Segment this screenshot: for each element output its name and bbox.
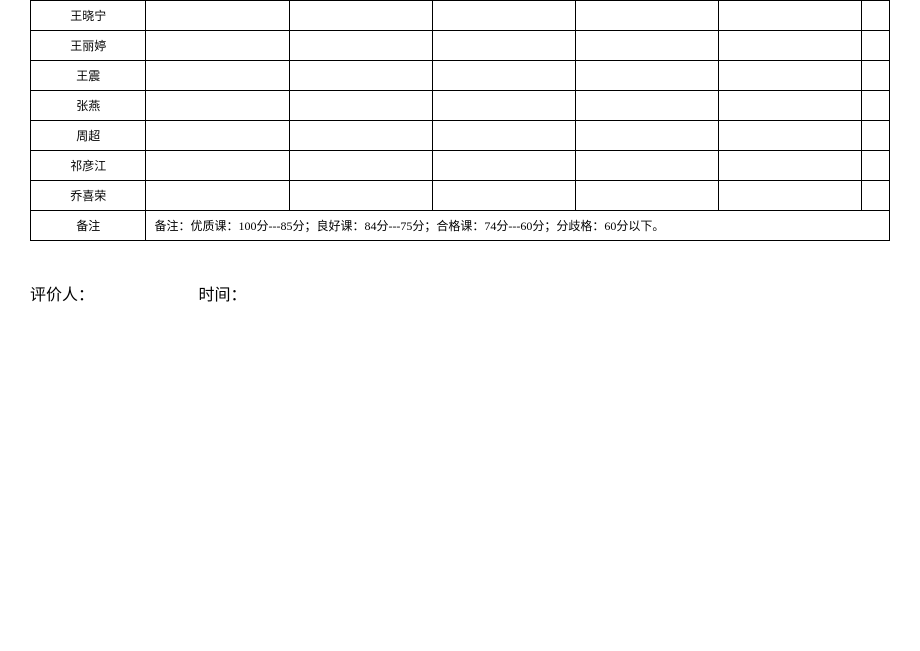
table-row: 张燕 [31,91,890,121]
name-cell: 祁彦江 [31,151,146,181]
data-cell [719,1,862,31]
table-row: 王晓宁 [31,1,890,31]
note-content-cell: 备注：优质课：100分---85分；良好课：84分---75分；合格课：74分-… [146,211,890,241]
data-cell [719,151,862,181]
name-cell: 乔喜荣 [31,181,146,211]
data-cell [575,61,718,91]
data-cell [862,91,890,121]
data-cell [146,31,289,61]
data-cell [862,181,890,211]
table-row: 王丽婷 [31,31,890,61]
name-cell: 周超 [31,121,146,151]
data-cell [432,151,575,181]
name-cell: 王晓宁 [31,1,146,31]
evaluation-table-container: 王晓宁 王丽婷 王震 [30,0,890,241]
data-cell [575,31,718,61]
evaluator-label: 评价人： [30,281,94,305]
data-cell [289,181,432,211]
data-cell [575,91,718,121]
data-cell [146,151,289,181]
note-label-cell: 备注 [31,211,146,241]
table-row: 王震 [31,61,890,91]
name-cell: 王震 [31,61,146,91]
data-cell [862,1,890,31]
name-cell: 王丽婷 [31,31,146,61]
data-cell [432,121,575,151]
data-cell [719,121,862,151]
time-label: 时间： [198,281,246,305]
data-cell [432,91,575,121]
data-cell [432,1,575,31]
data-cell [575,151,718,181]
data-cell [719,61,862,91]
table-row: 周超 [31,121,890,151]
data-cell [146,181,289,211]
data-cell [862,61,890,91]
data-cell [719,31,862,61]
data-cell [289,91,432,121]
footer: 评价人： 时间： [30,281,890,305]
data-cell [146,1,289,31]
table-row: 乔喜荣 [31,181,890,211]
name-cell: 张燕 [31,91,146,121]
data-cell [289,1,432,31]
data-cell [575,121,718,151]
data-cell [289,121,432,151]
data-cell [719,91,862,121]
table-row: 祁彦江 [31,151,890,181]
data-cell [146,61,289,91]
note-row: 备注 备注：优质课：100分---85分；良好课：84分---75分；合格课：7… [31,211,890,241]
data-cell [432,61,575,91]
data-cell [575,1,718,31]
data-cell [719,181,862,211]
evaluation-table: 王晓宁 王丽婷 王震 [30,0,890,241]
data-cell [432,181,575,211]
data-cell [146,121,289,151]
data-cell [146,91,289,121]
data-cell [289,61,432,91]
data-cell [432,31,575,61]
data-cell [862,31,890,61]
data-cell [289,151,432,181]
data-cell [289,31,432,61]
data-cell [575,181,718,211]
data-cell [862,121,890,151]
data-cell [862,151,890,181]
